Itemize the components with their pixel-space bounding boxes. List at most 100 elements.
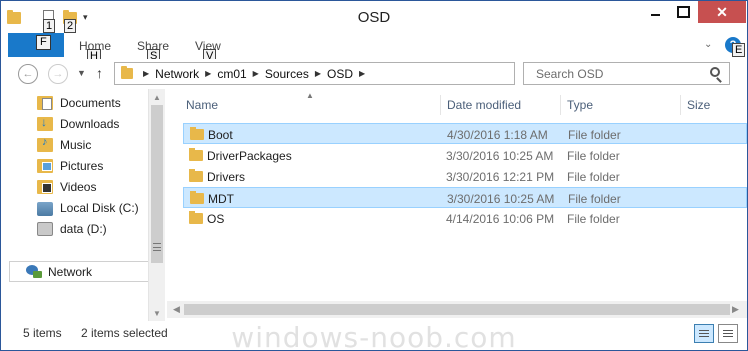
breadcrumb-separator-icon[interactable]: ▶ [253,69,259,78]
column-divider[interactable] [560,95,561,115]
back-arrow-icon: ← [22,68,34,80]
details-view-button[interactable] [694,324,714,343]
file-list: ▲ Name Date modified Type Size Boot 4/30… [167,89,747,322]
drive-icon [37,222,53,236]
folder-icon [189,148,203,161]
file-name: Boot [208,128,233,142]
search-input[interactable] [524,63,704,84]
sidebar-item-local-disk[interactable]: Local Disk (C:) [37,198,139,218]
maximize-button[interactable] [670,1,696,23]
file-type: File folder [567,212,620,226]
address-bar[interactable]: ▶ Network ▶ cm01 ▶ Sources ▶ OSD ▶ ⌄ ↻ [114,62,624,85]
sidebar-item-label: Local Disk (C:) [60,201,139,215]
sidebar-item-pictures[interactable]: Pictures [37,156,103,176]
forward-arrow-icon: → [52,68,64,80]
navigation-pane: Documents Downloads Music Pictures Video… [1,89,166,322]
window-title: OSD [357,9,391,26]
breadcrumb-separator-icon[interactable]: ▶ [205,69,211,78]
breadcrumb-separator-icon[interactable]: ▶ [315,69,321,78]
file-date: 3/30/2016 12:21 PM [446,170,555,184]
column-headers: ▲ Name Date modified Type Size [167,89,747,119]
breadcrumb-sources[interactable]: Sources [265,67,309,81]
close-icon: ✕ [716,3,728,20]
local-disk-icon [37,202,53,216]
ribbon-tabs: F Home H Share S View V ⌄ ? E [1,33,747,63]
folder-icon [190,127,204,140]
column-header-date[interactable]: Date modified [447,98,521,112]
table-row[interactable]: MDT 3/30/2016 10:25 AM File folder [183,187,747,208]
forward-button[interactable]: → [48,64,68,84]
sidebar-item-label: Music [60,138,92,152]
pictures-folder-icon [37,159,53,173]
folder-icon [190,191,204,204]
scroll-down-icon[interactable]: ▼ [153,309,161,318]
table-row[interactable]: OS 4/14/2016 10:06 PM File folder [183,208,747,229]
sidebar-item-network[interactable]: Network [9,261,149,282]
sidebar-item-label: Documents [60,96,121,110]
breadcrumb-network[interactable]: Network [155,67,199,81]
title-bar: ▾ 1 2 OSD ✕ [1,1,747,33]
close-button[interactable]: ✕ [698,1,746,23]
folder-icon [189,211,203,224]
navigation-scrollbar[interactable]: ▲ ▼ [148,89,165,322]
file-date: 3/30/2016 10:25 AM [447,192,555,206]
scrollbar-thumb[interactable] [184,304,730,315]
status-bar: windows-noob.com 5 items 2 items selecte… [1,321,747,351]
up-button[interactable]: ↑ [96,65,103,81]
sidebar-item-downloads[interactable]: Downloads [37,114,119,134]
sidebar-item-documents[interactable]: Documents [37,93,121,113]
recent-locations-dropdown-icon[interactable]: ▼ [77,68,86,78]
sidebar-item-label: data (D:) [60,222,107,236]
column-divider[interactable] [440,95,441,115]
sidebar-item-label: Downloads [60,117,120,131]
sort-ascending-icon: ▲ [306,91,314,100]
table-row[interactable]: Boot 4/30/2016 1:18 AM File folder [183,123,747,144]
search-box[interactable] [523,62,730,85]
breadcrumb-osd[interactable]: OSD [327,67,353,81]
network-icon [26,264,42,279]
column-header-type[interactable]: Type [567,98,593,112]
scroll-left-icon[interactable]: ◀ [173,304,180,315]
explorer-window: ▾ 1 2 OSD ✕ F Home H Share S View V ⌄ ? … [0,0,748,351]
file-name: OS [207,212,225,226]
sidebar-item-label: Network [48,264,93,279]
column-header-size[interactable]: Size [687,98,710,112]
file-tab-keytip: F [36,35,51,50]
music-folder-icon [37,136,53,152]
expand-ribbon-chevron-icon[interactable]: ⌄ [704,39,712,50]
file-date: 4/30/2016 1:18 AM [447,128,548,142]
file-name: MDT [208,192,234,206]
documents-folder-icon [37,96,53,110]
keytip-help: E [732,43,746,57]
file-name: DriverPackages [207,149,292,163]
scroll-up-icon[interactable]: ▲ [153,93,161,102]
scrollbar-grip-icon [153,243,161,251]
table-row[interactable]: DriverPackages 3/30/2016 10:25 AM File f… [183,145,747,166]
file-type: File folder [568,192,621,206]
scroll-right-icon[interactable]: ▶ [732,304,739,315]
sidebar-item-data-drive[interactable]: data (D:) [37,219,107,239]
horizontal-scrollbar[interactable]: ◀ ▶ [167,301,747,318]
breadcrumb-separator-icon[interactable]: ▶ [359,69,365,78]
file-type: File folder [568,128,621,142]
file-name: Drivers [207,170,245,184]
breadcrumb-separator-icon[interactable]: ▶ [143,69,149,78]
file-tab[interactable]: F [8,33,64,57]
back-button[interactable]: ← [18,64,38,84]
folder-icon [189,169,203,182]
table-row[interactable]: Drivers 3/30/2016 12:21 PM File folder [183,166,747,187]
downloads-folder-icon [37,115,53,131]
item-count: 5 items [23,326,62,340]
file-type: File folder [567,170,620,184]
large-icons-view-button[interactable] [718,324,738,343]
sidebar-item-music[interactable]: Music [37,135,91,155]
column-divider[interactable] [680,95,681,115]
search-icon[interactable] [710,67,720,77]
breadcrumb-cm01[interactable]: cm01 [217,67,246,81]
sidebar-item-videos[interactable]: Videos [37,177,96,197]
file-date: 4/14/2016 10:06 PM [446,212,555,226]
minimize-button[interactable] [642,1,668,23]
sidebar-item-label: Videos [60,180,97,194]
scrollbar-thumb[interactable] [151,105,163,263]
column-header-name[interactable]: Name [186,98,218,112]
